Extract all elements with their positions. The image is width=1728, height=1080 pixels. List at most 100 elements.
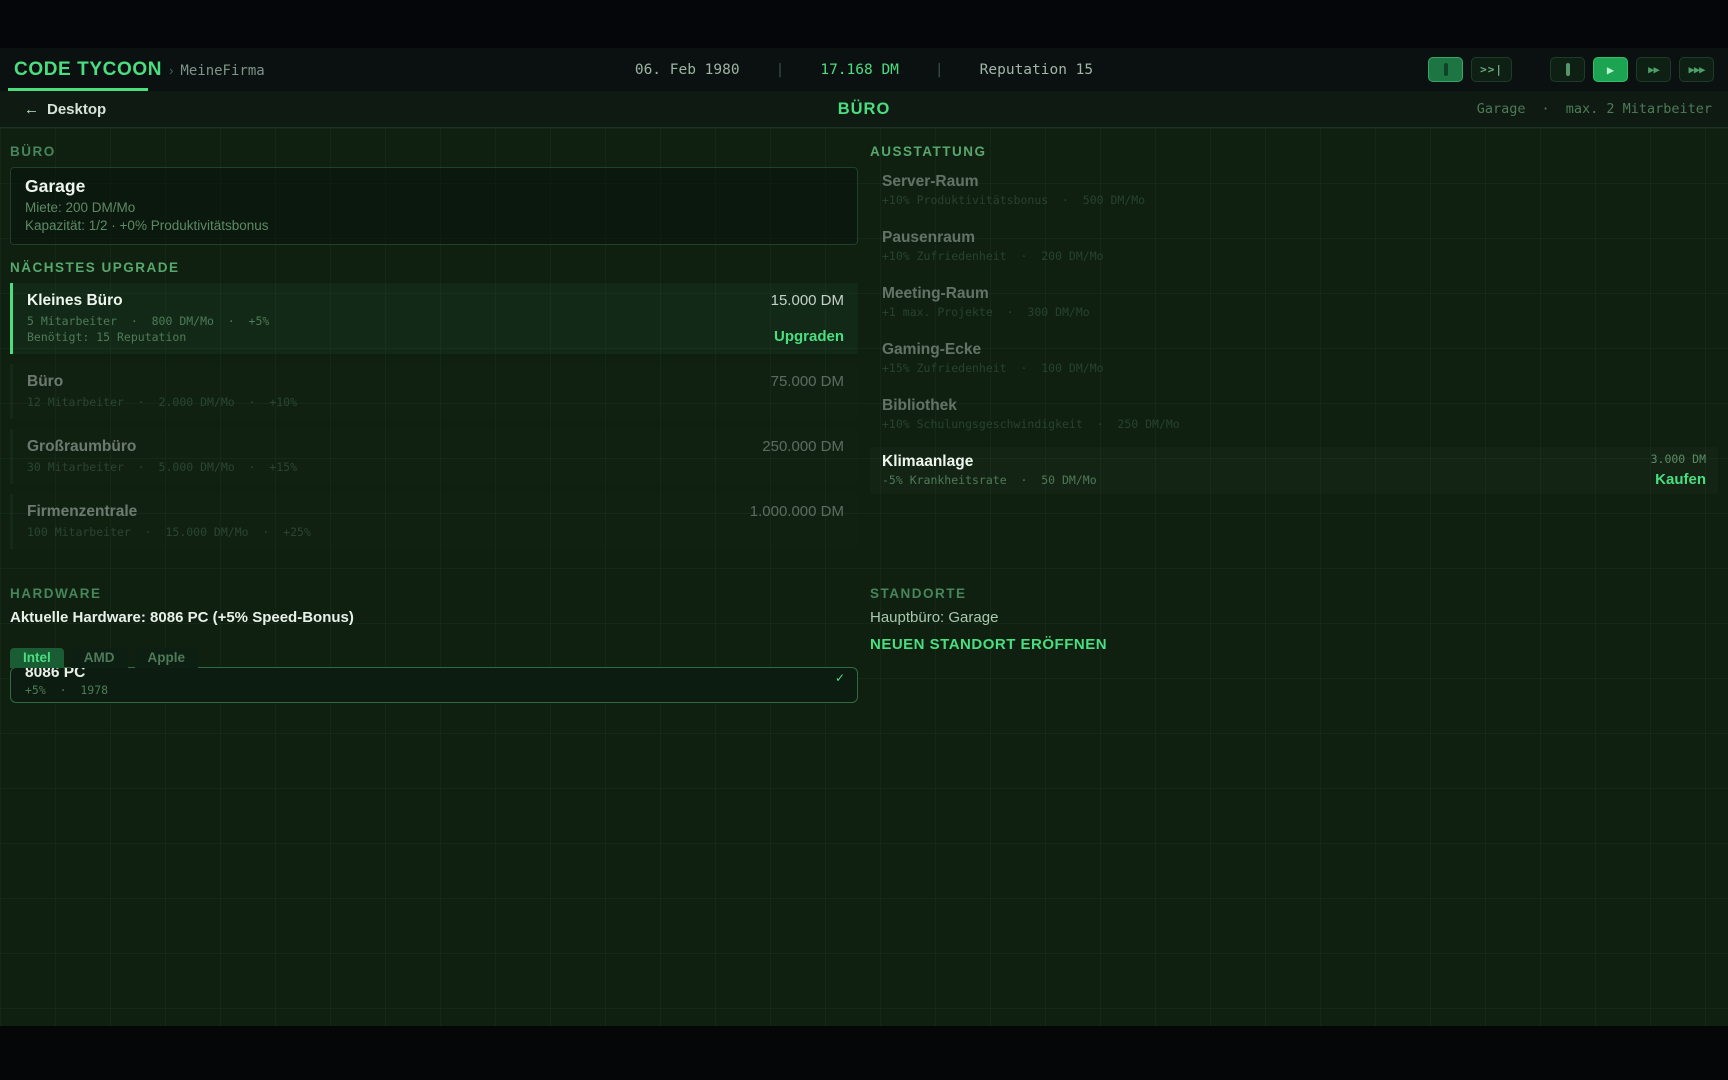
tab-amd[interactable]: AMD: [71, 648, 128, 668]
amenity-right: 3.000 DM Kaufen: [1651, 452, 1706, 488]
skip-to-next-button[interactable]: >>|: [1471, 57, 1512, 82]
owned-check-icon: ✓: [835, 671, 845, 685]
amenity-name: Bibliothek: [882, 396, 1180, 415]
hardware-item-name: 8086 PC: [25, 667, 843, 683]
office-location: Garage: [1477, 101, 1526, 117]
amenity-specs: +10% Produktivitätsbonus · 500 DM/Mo: [882, 193, 1145, 208]
amenity-row-pausenraum: Pausenraum +10% Zufriedenheit · 200 DM/M…: [870, 223, 1718, 270]
back-to-desktop-link[interactable]: ← Desktop: [24, 101, 106, 118]
amenity-specs: +1 max. Projekte · 300 DM/Mo: [882, 305, 1090, 320]
amenity-name: Gaming-Ecke: [882, 340, 1104, 359]
locations-section-label: STANDORTE: [870, 586, 1718, 601]
hardware-item-info: 8086 PC +5% · 1978: [25, 667, 843, 697]
status-bar: 06. Feb 1980 | 17.168 DM | Reputation 15: [635, 62, 1093, 78]
step-button[interactable]: [1428, 57, 1463, 82]
amenity-info: Klimaanlage -5% Krankheitsrate · 50 DM/M…: [882, 452, 1097, 488]
buy-button[interactable]: Kaufen: [1651, 471, 1706, 488]
back-label: Desktop: [47, 101, 106, 118]
upgrade-info: Kleines Büro 5 Mitarbeiter · 800 DM/Mo ·…: [27, 291, 269, 345]
upgrade-button[interactable]: Upgraden: [771, 328, 844, 345]
upgrade-name: Kleines Büro: [27, 291, 269, 310]
upgrade-row-buero: Büro 12 Mitarbeiter · 2.000 DM/Mo · +10%…: [10, 364, 858, 419]
upgrade-right: 1.000.000 DM: [750, 502, 844, 540]
amenity-specs: +15% Zufriedenheit · 100 DM/Mo: [882, 361, 1104, 376]
money-value: 17.168 DM: [820, 62, 899, 78]
amenity-specs: +10% Zufriedenheit · 200 DM/Mo: [882, 249, 1104, 264]
amenity-name: Klimaanlage: [882, 452, 1097, 471]
amenities-list: Server-Raum +10% Produktivitätsbonus · 5…: [870, 167, 1718, 503]
top-letterbox: [0, 0, 1728, 48]
amenity-info: Meeting-Raum +1 max. Projekte · 300 DM/M…: [882, 284, 1090, 320]
upgrade-right: 250.000 DM: [762, 437, 844, 475]
amenity-info: Pausenraum +10% Zufriedenheit · 200 DM/M…: [882, 228, 1104, 264]
section-locations: STANDORTE Hauptbüro: Garage NEUEN STANDO…: [870, 586, 1718, 653]
app-header: CODE TYCOON › MeineFirma 06. Feb 1980 | …: [0, 48, 1728, 91]
breadcrumb-separator-icon: ›: [169, 63, 173, 78]
upgrade-requirement: Benötigt: 15 Reputation: [27, 329, 269, 345]
tab-intel[interactable]: Intel: [10, 648, 64, 668]
office-capacity: max. 2 Mitarbeiter: [1566, 101, 1712, 117]
office-name: Garage: [25, 176, 843, 197]
page-title: BÜRO: [838, 100, 891, 119]
amenity-row-server-raum: Server-Raum +10% Produktivitätsbonus · 5…: [870, 167, 1718, 214]
game-date: 06. Feb 1980: [635, 62, 740, 78]
upgrade-name: Büro: [27, 372, 297, 391]
upgrade-name: Großraumbüro: [27, 437, 297, 456]
time-controls: >>| ▶ ▶▶ ▶▶▶: [1428, 57, 1714, 82]
current-office-card: Garage Miete: 200 DM/Mo Kapazität: 1/2 ·…: [10, 167, 858, 245]
upgrade-specs: 5 Mitarbeiter · 800 DM/Mo · +5%: [27, 313, 269, 329]
amenities-section-label: AUSSTATTUNG: [870, 144, 1718, 159]
pause-bar-icon: [1566, 63, 1570, 76]
app-title: CODE TYCOON: [14, 59, 162, 81]
open-new-location-button[interactable]: NEUEN STANDORT ERÖFFNEN: [870, 636, 1718, 653]
hardware-tabs: Intel AMD Apple: [10, 648, 858, 668]
tab-apple[interactable]: Apple: [135, 648, 199, 668]
amenity-specs: -5% Krankheitsrate · 50 DM/Mo: [882, 473, 1097, 488]
hardware-item-8086-pc[interactable]: 8086 PC +5% · 1978 ✓: [10, 667, 858, 703]
back-arrow-icon: ←: [24, 101, 39, 118]
amenity-row-klimaanlage[interactable]: Klimaanlage -5% Krankheitsrate · 50 DM/M…: [870, 447, 1718, 494]
upgrade-row-firmenzentrale: Firmenzentrale 100 Mitarbeiter · 15.000 …: [10, 494, 858, 549]
company-name: MeineFirma: [180, 63, 264, 79]
amenity-name: Server-Raum: [882, 172, 1145, 191]
upgrade-specs: 30 Mitarbeiter · 5.000 DM/Mo · +15%: [27, 459, 297, 475]
amenity-info: Server-Raum +10% Produktivitätsbonus · 5…: [882, 172, 1145, 208]
page-header: ← Desktop BÜRO Garage · max. 2 Mitarbeit…: [0, 91, 1728, 128]
section-amenities: AUSSTATTUNG Server-Raum +10% Produktivit…: [870, 144, 1718, 503]
speed-2x-button[interactable]: ▶▶: [1636, 57, 1671, 82]
main-content: BÜRO Garage Miete: 200 DM/Mo Kapazität: …: [0, 128, 1728, 1026]
office-section-label: BÜRO: [10, 144, 858, 159]
amenity-row-bibliothek: Bibliothek +10% Schulungsgeschwindigkeit…: [870, 391, 1718, 438]
upgrade-price: 1.000.000 DM: [750, 502, 844, 521]
dot-separator: ·: [1542, 101, 1550, 117]
amenity-info: Gaming-Ecke +15% Zufriedenheit · 100 DM/…: [882, 340, 1104, 376]
upgrade-list: Kleines Büro 5 Mitarbeiter · 800 DM/Mo ·…: [10, 283, 858, 549]
upgrade-section-label: NÄCHSTES UPGRADE: [10, 260, 858, 275]
upgrade-price: 75.000 DM: [771, 372, 844, 391]
office-summary: Garage · max. 2 Mitarbeiter: [1477, 101, 1712, 117]
speed-3x-button[interactable]: ▶▶▶: [1679, 57, 1714, 82]
section-hardware: HARDWARE Aktuelle Hardware: 8086 PC (+5%…: [10, 586, 858, 703]
amenity-specs: +10% Schulungsgeschwindigkeit · 250 DM/M…: [882, 417, 1180, 432]
upgrade-price: 15.000 DM: [771, 291, 844, 310]
upgrade-row-kleines-buero[interactable]: Kleines Büro 5 Mitarbeiter · 800 DM/Mo ·…: [10, 283, 858, 354]
amenity-row-meeting-raum: Meeting-Raum +1 max. Projekte · 300 DM/M…: [870, 279, 1718, 326]
upgrade-specs: 100 Mitarbeiter · 15.000 DM/Mo · +25%: [27, 524, 311, 540]
brand: CODE TYCOON › MeineFirma: [14, 59, 265, 81]
upgrade-specs: 12 Mitarbeiter · 2.000 DM/Mo · +10%: [27, 394, 297, 410]
amenity-name: Pausenraum: [882, 228, 1104, 247]
reputation-value: Reputation 15: [980, 62, 1094, 78]
pause-button[interactable]: [1550, 57, 1585, 82]
bar-icon: [1444, 63, 1448, 76]
upgrade-info: Firmenzentrale 100 Mitarbeiter · 15.000 …: [27, 502, 311, 540]
hardware-section-label: HARDWARE: [10, 586, 858, 601]
upgrade-info: Büro 12 Mitarbeiter · 2.000 DM/Mo · +10%: [27, 372, 297, 410]
main-office-line: Hauptbüro: Garage: [870, 609, 1718, 626]
office-capacity-line: Kapazität: 1/2 · +0% Produktivitätsbonus: [25, 217, 843, 235]
amenity-price: 3.000 DM: [1651, 452, 1706, 467]
office-rent: Miete: 200 DM/Mo: [25, 199, 843, 217]
play-button[interactable]: ▶: [1593, 57, 1628, 82]
upgrade-info: Großraumbüro 30 Mitarbeiter · 5.000 DM/M…: [27, 437, 297, 475]
amenity-name: Meeting-Raum: [882, 284, 1090, 303]
upgrade-row-grossraumbuero: Großraumbüro 30 Mitarbeiter · 5.000 DM/M…: [10, 429, 858, 484]
